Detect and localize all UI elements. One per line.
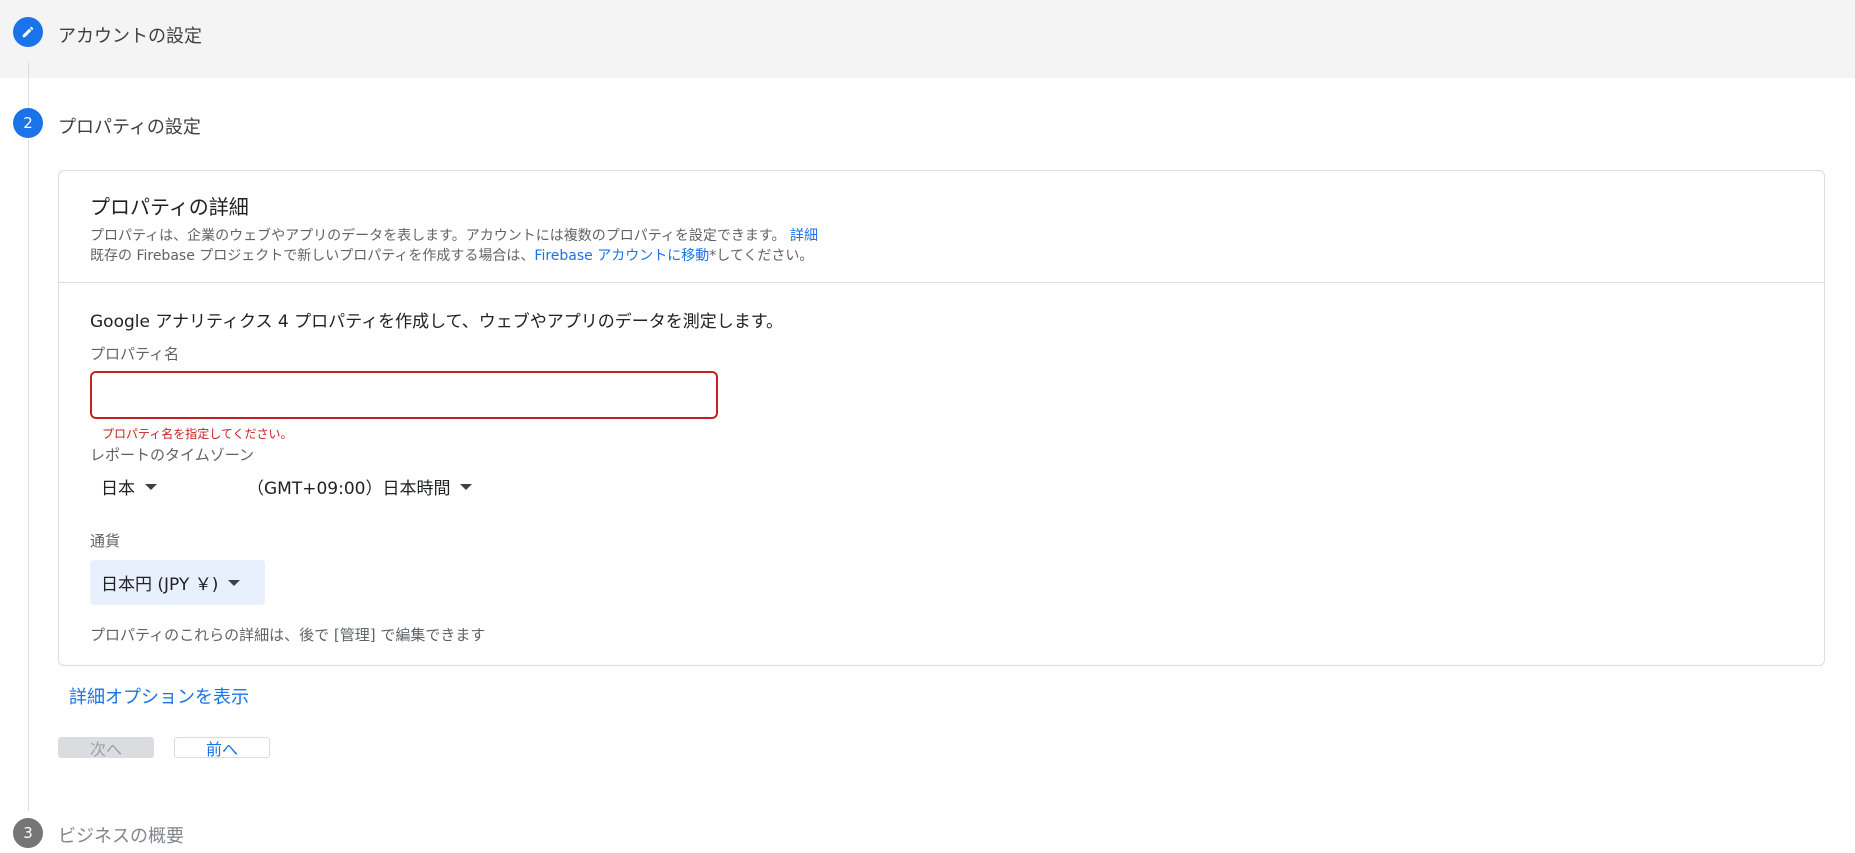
country-dropdown[interactable]: 日本: [101, 474, 157, 499]
desc-line-1: プロパティは、企業のウェブやアプリのデータを表します。アカウントには複数のプロパ…: [90, 228, 786, 244]
step-connector: [28, 62, 29, 108]
timezone-dropdown[interactable]: （GMT+09:00）日本時間: [247, 474, 473, 499]
intro-text: Google アナリティクス 4 プロパティを作成して、ウェブやアプリのデータを…: [90, 312, 784, 332]
card-title: プロパティの詳細: [90, 195, 249, 219]
currency-dropdown[interactable]: 日本円 (JPY ￥): [90, 560, 265, 605]
step-1-edit-badge: [13, 17, 43, 47]
card-header: プロパティの詳細 プロパティは、企業のウェブやアプリのデータを表します。アカウン…: [59, 171, 1824, 283]
step-1-header[interactable]: [0, 0, 1855, 78]
property-details-card: プロパティの詳細 プロパティは、企業のウェブやアプリのデータを表します。アカウン…: [58, 170, 1825, 666]
firebase-account-link[interactable]: Firebase アカウントに移動: [534, 248, 709, 264]
pencil-icon: [22, 26, 34, 38]
dropdown-arrow-icon: [145, 483, 157, 490]
details-link[interactable]: 詳細: [790, 228, 818, 244]
editable-later-note: プロパティのこれらの詳細は、後で [管理] で編集できます: [90, 626, 486, 644]
dropdown-arrow-icon: [228, 579, 241, 586]
step-2-title: プロパティの設定: [58, 117, 201, 138]
currency-label: 通貨: [90, 532, 121, 550]
card-description: プロパティは、企業のウェブやアプリのデータを表します。アカウントには複数のプロパ…: [90, 226, 1824, 266]
desc-line-2-pre: 既存の Firebase プロジェクトで新しいプロパティを作成する場合は、: [90, 248, 535, 264]
dropdown-arrow-icon: [460, 483, 473, 490]
country-value: 日本: [101, 479, 135, 499]
property-name-label: プロパティ名: [90, 345, 180, 363]
timezone-label: レポートのタイムゾーン: [90, 446, 254, 464]
step-1-title: アカウントの設定: [58, 26, 202, 47]
show-advanced-options-link[interactable]: 詳細オプションを表示: [69, 683, 249, 709]
property-name-error: プロパティ名を指定してください。: [102, 427, 293, 441]
currency-value: 日本円 (JPY ￥): [101, 575, 219, 595]
timezone-value: （GMT+09:00）日本時間: [247, 479, 451, 499]
desc-line-2-post: *してください。: [709, 248, 814, 264]
step-2-number-badge: 2: [13, 108, 43, 138]
property-name-input[interactable]: [90, 371, 718, 419]
next-button[interactable]: 次へ: [58, 737, 154, 759]
step-3-number-badge: 3: [13, 818, 43, 848]
step-3-title: ビジネスの概要: [58, 826, 184, 847]
previous-button[interactable]: 前へ: [174, 737, 270, 759]
step-connector: [28, 139, 29, 811]
